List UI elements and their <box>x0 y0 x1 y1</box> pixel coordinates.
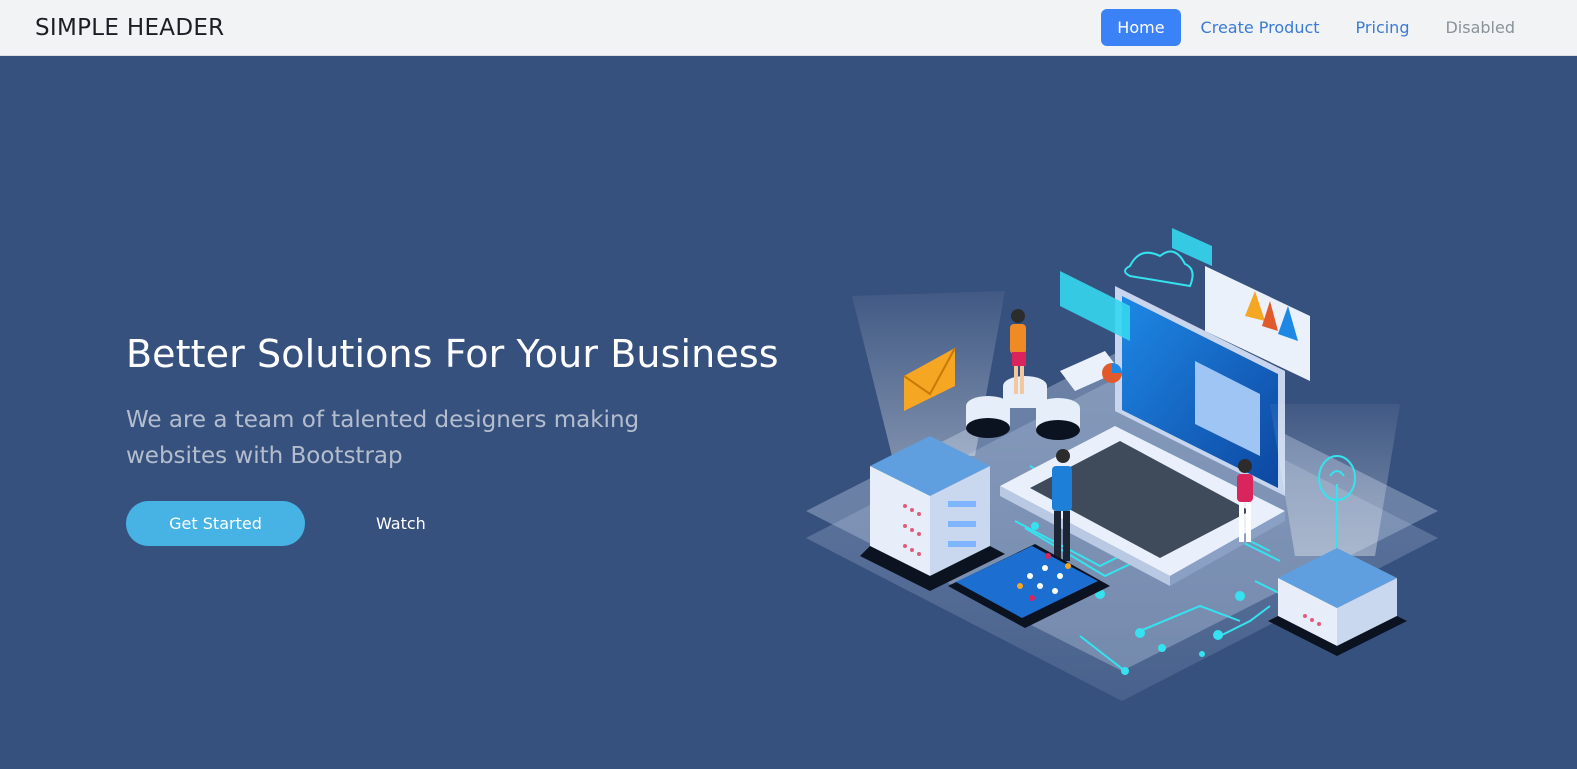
nav-create-product[interactable]: Create Product <box>1185 9 1336 46</box>
floating-card <box>1060 271 1130 341</box>
floating-card-small <box>1172 228 1212 266</box>
hero-section: Better Solutions For Your Business We ar… <box>0 56 1577 769</box>
cloud-icon <box>1124 250 1194 288</box>
main-nav: Home Create Product Pricing Disabled <box>1101 9 1531 46</box>
nav-disabled: Disabled <box>1445 18 1515 37</box>
site-header: SIMPLE HEADER Home Create Product Pricin… <box>0 0 1577 56</box>
brand-logo[interactable]: SIMPLE HEADER <box>35 15 224 41</box>
watch-button[interactable]: Watch <box>360 501 442 546</box>
hero-subtitle: We are a team of talented designers maki… <box>126 407 640 469</box>
nav-pricing[interactable]: Pricing <box>1340 9 1426 46</box>
hero-title: Better Solutions For Your Business <box>126 332 779 376</box>
nav-home[interactable]: Home <box>1101 9 1181 46</box>
get-started-button[interactable]: Get Started <box>126 501 305 546</box>
isometric-tech-illustration <box>806 228 1438 701</box>
